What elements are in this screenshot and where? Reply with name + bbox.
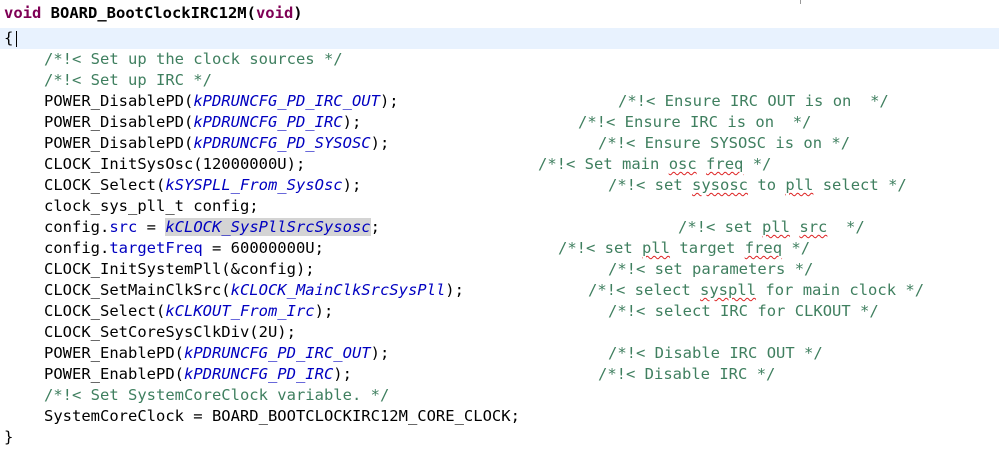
code-token: kPDRUNCFG_PD_SYSOSC — [193, 134, 371, 152]
code-text: SystemCoreClock = BOARD_BOOTCLOCKIRC12M_… — [44, 406, 520, 427]
code-token: ); — [370, 344, 390, 362]
inline-comment: /*!< set sysosc to pll select */ — [608, 176, 907, 194]
code-token: void — [255, 4, 294, 22]
inline-comment: /*!< set pll src */ — [678, 218, 865, 236]
code-text: /*!< Set up IRC */ — [44, 70, 212, 91]
code-token: ); — [370, 134, 390, 152]
code-token: CLOCK_Select( — [44, 302, 166, 320]
code-token: POWER_DisablePD( — [44, 113, 194, 131]
code-text: CLOCK_SetCoreSysClkDiv(2U); — [44, 322, 296, 343]
code-token: ) — [293, 4, 303, 22]
code-token: targetFreq — [109, 239, 203, 257]
code-token: CLOCK_SetCoreSysClkDiv(2U); — [44, 323, 296, 341]
code-text: POWER_EnablePD(kPDRUNCFG_PD_IRC_OUT); — [44, 343, 389, 364]
code-token: kPDRUNCFG_PD_IRC — [183, 365, 334, 383]
code-line[interactable]: { — [0, 28, 999, 49]
inline-comment: /*!< select syspll for main clock */ — [588, 281, 925, 299]
code-editor[interactable]: void BOARD_BootClockIRC12M(void) { /*!< Se… — [0, 0, 999, 456]
code-token: kCLOCK_MainClkSrcSysPll — [230, 281, 446, 299]
code-token: POWER_DisablePD( — [44, 134, 194, 152]
code-token: /*!< Set up the clock sources */ — [44, 50, 343, 68]
code-text: config.targetFreq = 60000000U; — [44, 238, 324, 259]
code-token: CLOCK_SetMainClkSrc( — [44, 281, 231, 299]
inline-comment: /*!< Set main osc freq */ — [538, 155, 772, 173]
code-token: ); — [342, 113, 362, 131]
code-text: { — [4, 28, 13, 49]
code-text: } — [4, 427, 13, 448]
inline-comment: /*!< Ensure SYSOSC is on */ — [598, 134, 851, 152]
code-token: config. — [44, 218, 110, 236]
code-text: CLOCK_InitSysOsc(12000000U); — [44, 154, 305, 175]
code-text: clock_sys_pll_t config; — [44, 196, 259, 217]
code-token: SystemCoreClock = BOARD_BOOTCLOCKIRC12M_… — [44, 407, 520, 425]
code-text: /*!< Set up the clock sources */ — [44, 49, 343, 70]
code-token: ); — [314, 302, 334, 320]
code-token: POWER_DisablePD( — [44, 92, 194, 110]
code-token: ); — [379, 92, 399, 110]
code-token: ); — [333, 365, 352, 383]
code-token: { — [4, 29, 14, 47]
inline-comment: /*!< Ensure IRC OUT is on */ — [618, 92, 889, 110]
code-text: POWER_DisablePD(kPDRUNCFG_PD_IRC); — [44, 112, 361, 133]
code-token: CLOCK_InitSystemPll(&config); — [44, 260, 315, 278]
code-token: = — [137, 218, 166, 236]
code-token: src — [109, 218, 138, 236]
code-token: /*!< Set SystemCoreClock variable. */ — [44, 386, 390, 404]
code-text: POWER_DisablePD(kPDRUNCFG_PD_SYSOSC); — [44, 133, 389, 154]
code-text: POWER_EnablePD(kPDRUNCFG_PD_IRC); — [44, 364, 352, 385]
inline-comment: /*!< select IRC for CLKOUT */ — [608, 302, 879, 320]
code-text: CLOCK_Select(kSYSPLL_From_SysOsc); — [44, 175, 361, 196]
code-token: = 60000000U; — [202, 239, 324, 257]
inline-comment: /*!< Ensure IRC is on */ — [578, 113, 812, 131]
code-token: kCLKOUT_From_Irc — [165, 302, 315, 320]
code-token: kSYSPLL_From_SysOsc — [165, 176, 343, 194]
code-token: ); — [342, 176, 362, 194]
code-text: POWER_DisablePD(kPDRUNCFG_PD_IRC_OUT); — [44, 91, 399, 112]
inline-comment: /*!< set parameters */ — [608, 260, 814, 278]
code-token: CLOCK_InitSysOsc(12000000U); — [44, 155, 306, 173]
code-token: config. — [44, 239, 110, 257]
code-token: POWER_EnablePD( — [44, 344, 184, 362]
code-token: kCLOCK_SysPllSrcSysosc — [165, 218, 371, 236]
code-token: CLOCK_Select( — [44, 176, 166, 194]
code-text: CLOCK_Select(kCLKOUT_From_Irc); — [44, 301, 333, 322]
code-text: config.src = kCLOCK_SysPllSrcSysosc; — [44, 217, 380, 238]
code-text: CLOCK_InitSystemPll(&config); — [44, 259, 315, 280]
code-token: POWER_EnablePD( — [44, 365, 184, 383]
code-text: /*!< Set SystemCoreClock variable. */ — [44, 385, 389, 406]
code-token: } — [4, 428, 14, 446]
code-text: CLOCK_SetMainClkSrc(kCLOCK_MainClkSrcSys… — [44, 280, 464, 301]
code-token: /*!< Set up IRC */ — [44, 71, 212, 89]
code-token: ; — [370, 218, 380, 236]
code-token: kPDRUNCFG_PD_IRC_OUT — [183, 344, 371, 362]
inline-comment: /*!< set pll target freq */ — [558, 239, 811, 257]
code-token: kPDRUNCFG_PD_IRC_OUT — [193, 92, 380, 110]
code-token: kPDRUNCFG_PD_IRC — [193, 113, 343, 131]
code-token: ); — [445, 281, 464, 299]
inline-comment: /*!< Disable IRC */ — [598, 365, 776, 383]
inline-comment: /*!< Disable IRC OUT */ — [608, 344, 823, 362]
code-token: void — [4, 4, 42, 22]
text-caret — [16, 31, 17, 47]
code-token: clock_sys_pll_t config; — [44, 197, 259, 215]
ruler-marker — [800, 0, 801, 4]
code-token: BOARD_BootClockIRC12M( — [41, 4, 256, 22]
code-text: void BOARD_BootClockIRC12M(void) — [4, 3, 303, 24]
